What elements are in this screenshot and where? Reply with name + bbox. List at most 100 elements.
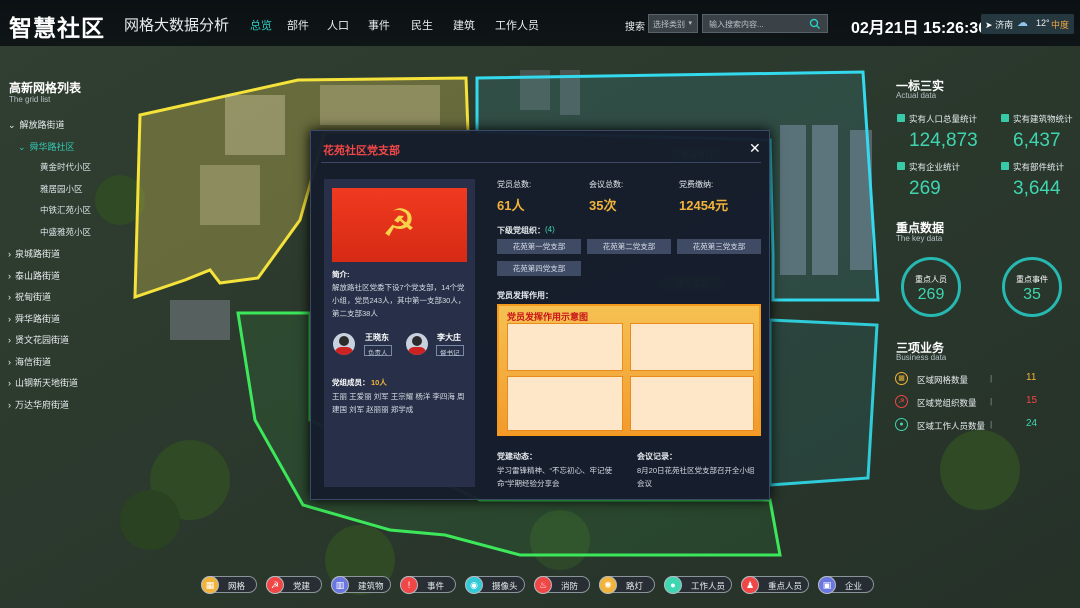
nav-events[interactable]: 事件 [368,17,390,33]
grid-area-teal[interactable] [768,318,879,487]
nav-staff[interactable]: 工作人员 [495,17,539,33]
party-branch-modal: 花苑社区党支部 ✕ ☭ 简介: 解放路社区党委下设7个党支部，14个党小组，党员… [310,130,770,500]
ring-key-persons-label: 重点人员 [915,275,947,284]
nav-livelihood[interactable]: 民生 [411,17,433,33]
stat-meetings-value: 35次 [589,198,617,213]
stat-meetings-label: 会议总数: [589,180,624,189]
layer-button-staff[interactable]: ● 工作人员 [664,576,732,594]
meeting-text[interactable]: 8月20日花苑社区党支部召开全小组会议 [637,464,761,490]
search-input[interactable]: 输入搜索内容... [702,14,828,33]
layer-button-label: 摄像头 [492,581,518,591]
chevron-right-icon: › [8,270,11,281]
grid-list-item[interactable]: › 泉城路街道 [8,247,60,260]
business-row-grids[interactable]: ▦ 区域网格数量 | 11 [893,371,1073,387]
intro-label: 简介: [332,270,350,279]
grid-list-label: 泰山路街道 [15,270,61,281]
datetime: 02月21日 15:26:30 [851,20,988,37]
members-count: 10人 [371,378,387,387]
ring-key-events-label: 重点事件 [1016,275,1048,284]
diagram-block [630,376,754,431]
card-population-label: 实有人口总量统计 [909,114,978,124]
stat-members-value: 61人 [497,198,525,213]
news-text[interactable]: 学习雷锋精神、“不忘初心、牢记使命”学期经验分享会 [497,464,623,490]
search-icon[interactable] [809,18,821,30]
layer-button-company[interactable]: ▣ 企业 [818,576,874,594]
grid-list-label: 舜华路社区 [29,141,75,152]
title-divider [321,162,761,163]
nav-population[interactable]: 人口 [327,17,349,33]
layer-button-label: 消防 [561,581,579,591]
layer-button-building[interactable]: ▥ 建筑物 [331,576,391,594]
business-row-party-orgs[interactable]: ☭ 区域党组织数量 | 15 [893,394,1073,410]
grid-list-subitem[interactable]: 中盛雅苑小区 [40,226,91,238]
brand-subtitle: 网格大数据分析 [124,17,230,34]
alert-icon: ! [400,576,418,594]
meeting-label: 会议记录： [637,452,677,461]
nav-buildings[interactable]: 建筑 [453,17,475,33]
category-select[interactable]: 选择类别 ▾ [648,14,698,33]
nav-overview[interactable]: 总览 [250,17,272,33]
grid-list-item[interactable]: › 万达华府街道 [8,398,69,411]
layer-button-camera[interactable]: ◉ 摄像头 [465,576,525,594]
members-label: 党组成员： [332,378,370,387]
grid-list-item[interactable]: › 泰山路街道 [8,269,60,282]
chevron-down-icon: ⌄ [8,120,16,130]
sub-org-chip[interactable]: 花苑第三党支部 [677,239,761,254]
sub-org-chip[interactable]: 花苑第四党支部 [497,261,581,276]
sub-org-chip[interactable]: 花苑第二党支部 [587,239,671,254]
chevron-right-icon: › [8,313,11,324]
location-icon: ➤ [985,20,993,30]
business-row-label: 区域网格数量 [917,375,969,385]
chevron-right-icon: › [8,399,11,410]
chevron-right-icon: › [8,335,11,345]
grid-list-label: 雅居园小区 [40,183,83,194]
population-icon [897,114,905,122]
component-icon [1001,162,1009,170]
layer-button-label: 事件 [427,581,445,591]
grid-list-item[interactable]: › 舜华路街道 [8,312,60,325]
diagram-block [507,376,623,431]
ring-key-persons-value: 269 [917,286,945,303]
grid-list-label: 中盛雅苑小区 [40,226,92,237]
grid-list-item[interactable]: ⌄ 解放路街道 [8,118,65,131]
camera-icon: ◉ [465,576,483,594]
grid-list-item[interactable]: › 山钢新天地街道 [8,376,78,389]
key-subtitle: The key data [896,234,943,243]
layer-button-party[interactable]: ☭ 党建 [266,576,322,594]
grid-list-label: 黄金时代小区 [40,162,92,172]
business-row-staff[interactable]: ● 区域工作人员数量 | 24 [893,417,1073,433]
chevron-right-icon: › [8,378,11,388]
layer-button-grid[interactable]: ▦ 网格 [201,576,257,594]
grid-list-item[interactable]: › 贤文花园街道 [8,333,69,346]
layer-button-person[interactable]: ♟ 重点人员 [741,576,809,594]
ring-key-persons[interactable]: 重点人员 269 [901,257,961,317]
nav-components[interactable]: 部件 [287,17,309,33]
grid-list-subitem[interactable]: 中铁汇苑小区 [40,204,91,216]
sub-orgs-count: (4) [545,225,555,234]
layer-button-fire[interactable]: ♨ 消防 [534,576,590,594]
ring-key-events[interactable]: 重点事件 35 [1002,257,1062,317]
grid-list-item[interactable]: › 海信街道 [8,355,51,368]
stat-members-label: 党员总数: [497,180,532,189]
party-role-diagram-image[interactable]: 党员发挥作用示意图 [497,304,761,436]
grid-list-label: 解放路街道 [19,120,65,130]
building-icon [1001,114,1009,122]
grid-list-subtitle: The grid list [9,95,51,104]
business-row-value: 11 [1026,372,1037,383]
grid-list-item[interactable]: ⌄ 舜华路社区 [18,140,75,153]
avatar [406,333,428,355]
branch-info-column: ☭ 简介: 解放路社区党委下设7个党支部，14个党小组，党员243人，其中第一支… [324,179,475,487]
grid-list-subitem[interactable]: 雅居园小区 [40,183,83,195]
layer-button-lamp[interactable]: ✺ 路灯 [599,576,655,594]
grid-list-label: 舜华路街道 [15,313,61,324]
business-row-label: 区域党组织数量 [917,398,977,408]
staff-icon: ● [895,418,908,431]
grid-list-item[interactable]: › 祝甸街道 [8,290,51,303]
lamp-icon: ✺ [599,576,617,594]
sub-org-chip[interactable]: 花苑第一党支部 [497,239,581,254]
grid-list-subitem[interactable]: 黄金时代小区 [40,161,91,173]
close-icon[interactable]: ✕ [749,140,761,157]
grid-list-label: 贤文花园街道 [15,335,70,345]
weather-widget[interactable]: ➤ 济南 ☁ 12° 中度 [981,14,1074,34]
layer-button-alert[interactable]: ! 事件 [400,576,456,594]
